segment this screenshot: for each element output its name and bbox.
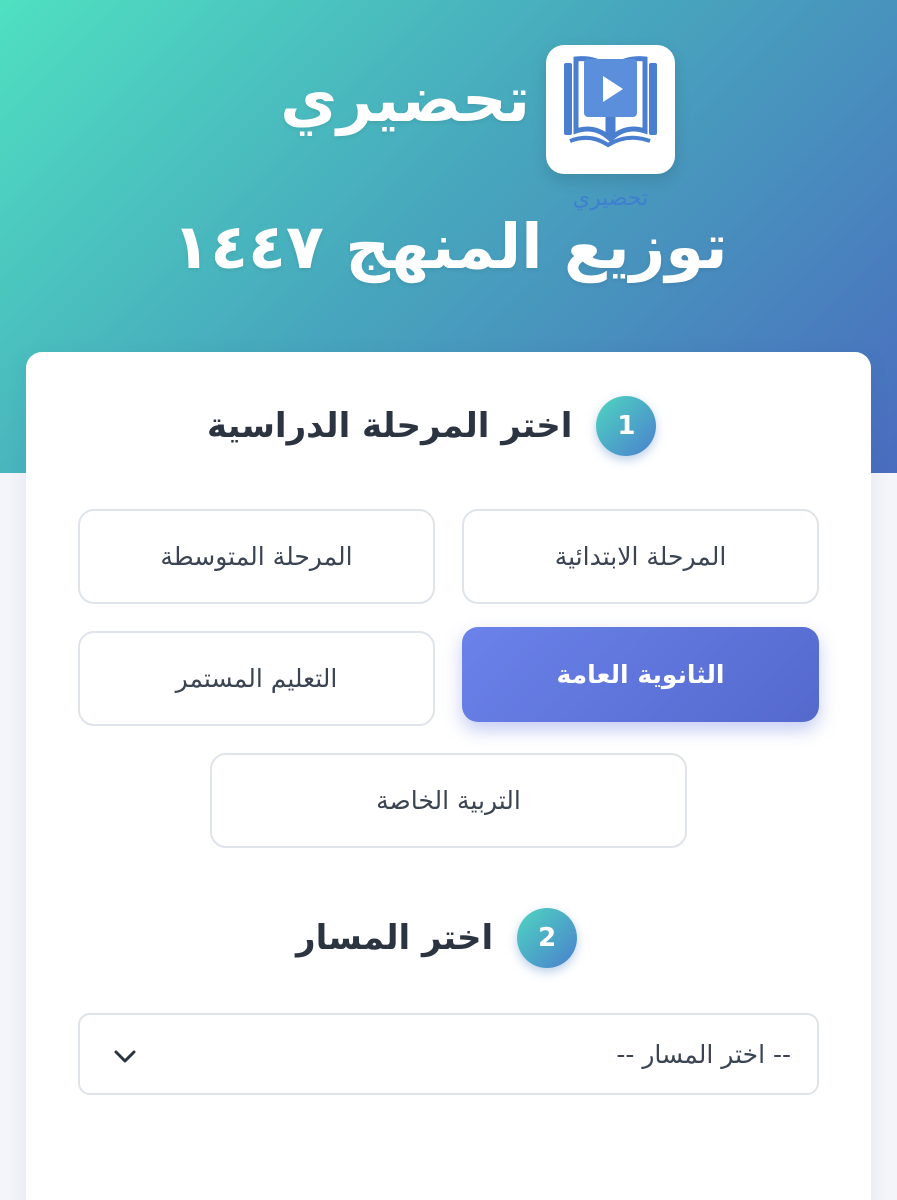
step-1-header: 1 اختر المرحلة الدراسية	[207, 396, 657, 456]
chevron-down-icon	[114, 1050, 136, 1063]
option-intermediate-stage[interactable]: المرحلة المتوسطة	[78, 509, 435, 604]
option-continuing-education[interactable]: التعليم المستمر	[78, 631, 435, 726]
step-2-title: اختر المسار	[296, 918, 494, 958]
option-general-secondary[interactable]: الثانوية العامة	[462, 627, 819, 722]
step-1-title: اختر المرحلة الدراسية	[207, 406, 573, 446]
brand-title: تحضيري	[280, 63, 530, 136]
track-select[interactable]: -- اختر المسار --	[78, 1013, 819, 1095]
step-1-badge: 1	[596, 396, 657, 456]
step-2-badge: 2	[517, 908, 578, 968]
book-play-icon	[564, 56, 657, 148]
app-logo: تحضيري	[546, 45, 675, 211]
track-select-value: -- اختر المسار --	[616, 1039, 791, 1069]
option-special-education[interactable]: التربية الخاصة	[210, 753, 687, 848]
step-2-header: 2 اختر المسار	[296, 908, 578, 968]
page-title: توزيع المنهج ١٤٤٧	[172, 210, 728, 283]
option-primary-stage[interactable]: المرحلة الابتدائية	[462, 509, 819, 604]
